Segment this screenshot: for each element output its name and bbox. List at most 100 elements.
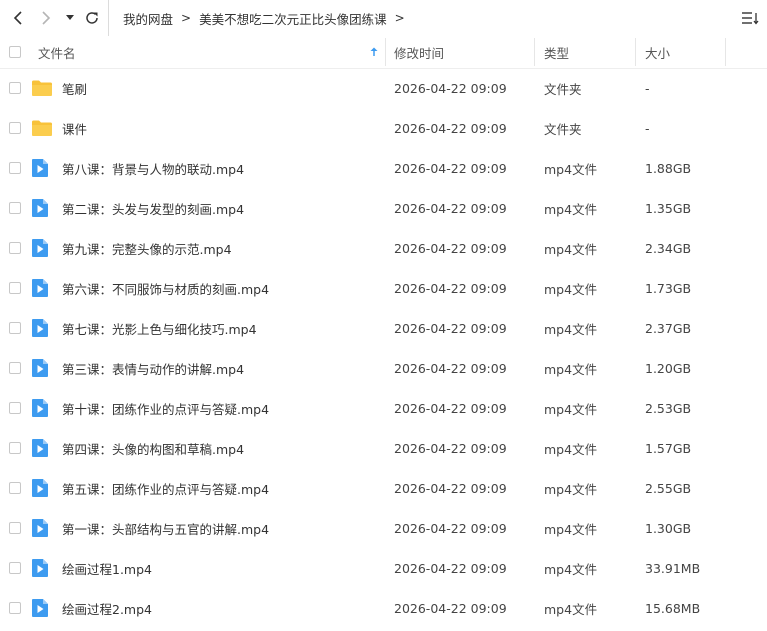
- file-row[interactable]: 第八课：背景与人物的联动.mp4 2026-04-22 09:09 mp4文件 1.8…: [0, 148, 767, 188]
- caret-down-icon: [66, 15, 74, 20]
- file-name[interactable]: 第一课：头部结构与五官的讲解.mp4: [62, 508, 269, 548]
- sort-menu-button[interactable]: [739, 8, 761, 28]
- breadcrumb-current[interactable]: 美美不想吃二次元正比头像团练课: [199, 9, 387, 28]
- video-icon: [31, 428, 49, 468]
- row-checkbox[interactable]: [9, 348, 21, 388]
- file-modified-time: 2026-04-22 09:09: [394, 560, 507, 576]
- back-arrow-icon: [13, 11, 22, 25]
- top-navigation-bar: 我的网盘 > 美美不想吃二次元正比头像团练课 >: [0, 0, 767, 36]
- row-checkbox[interactable]: [9, 548, 21, 588]
- row-checkbox[interactable]: [9, 388, 21, 428]
- file-name[interactable]: 第七课：光影上色与细化技巧.mp4: [62, 308, 257, 348]
- row-checkbox[interactable]: [9, 108, 21, 148]
- column-divider[interactable]: [635, 38, 636, 66]
- file-row[interactable]: 第七课：光影上色与细化技巧.mp4 2026-04-22 09:09 mp4文件 2.…: [0, 308, 767, 348]
- column-header-size[interactable]: 大小: [645, 36, 670, 68]
- file-modified-time: 2026-04-22 09:09: [394, 400, 507, 416]
- forward-button[interactable]: [36, 8, 56, 28]
- file-row[interactable]: 第十课：团练作业的点评与答疑.mp4 2026-04-22 09:09 mp4文件 2…: [0, 388, 767, 428]
- column-divider[interactable]: [385, 38, 386, 66]
- file-row[interactable]: 绘画过程2.mp4 2026-04-22 09:09 mp4文件 15.68MB: [0, 588, 767, 628]
- file-name[interactable]: 课件: [62, 108, 87, 148]
- file-name[interactable]: 第十课：团练作业的点评与答疑.mp4: [62, 388, 269, 428]
- column-divider[interactable]: [725, 38, 726, 66]
- file-row[interactable]: 第五课：团练作业的点评与答疑.mp4 2026-04-22 09:09 mp4文件 2…: [0, 468, 767, 508]
- file-type: mp4文件: [544, 201, 598, 217]
- file-name[interactable]: 第五课：团练作业的点评与答疑.mp4: [62, 468, 269, 508]
- file-size: 2.37GB: [645, 320, 692, 336]
- file-row[interactable]: 第四课：头像的构图和草稿.mp4 2026-04-22 09:09 mp4文件 1.5…: [0, 428, 767, 468]
- refresh-button[interactable]: [82, 8, 102, 28]
- chevron-right-icon: >: [181, 11, 192, 25]
- file-name[interactable]: 第九课：完整头像的示范.mp4: [62, 228, 232, 268]
- select-all-checkbox[interactable]: [9, 36, 21, 68]
- file-name[interactable]: 绘画过程2.mp4: [62, 588, 152, 628]
- file-size: 1.30GB: [645, 520, 692, 536]
- row-checkbox[interactable]: [9, 508, 21, 548]
- file-row[interactable]: 第九课：完整头像的示范.mp4 2026-04-22 09:09 mp4文件 2.34…: [0, 228, 767, 268]
- breadcrumb-root[interactable]: 我的网盘: [123, 9, 173, 28]
- back-button[interactable]: [8, 8, 28, 28]
- file-row[interactable]: 第二课：头发与发型的刻画.mp4 2026-04-22 09:09 mp4文件 1.3…: [0, 188, 767, 228]
- row-checkbox[interactable]: [9, 588, 21, 628]
- file-type: 文件夹: [544, 121, 582, 137]
- column-header-modified[interactable]: 修改时间: [394, 36, 444, 68]
- column-header-name[interactable]: 文件名: [38, 36, 76, 68]
- video-icon: [31, 548, 49, 588]
- file-modified-time: 2026-04-22 09:09: [394, 280, 507, 296]
- file-type: mp4文件: [544, 321, 598, 337]
- folder-icon: [31, 108, 53, 148]
- file-name[interactable]: 第四课：头像的构图和草稿.mp4: [62, 428, 244, 468]
- file-modified-time: 2026-04-22 09:09: [394, 520, 507, 536]
- sort-ascending-icon[interactable]: [370, 36, 378, 68]
- file-size: 1.88GB: [645, 160, 692, 176]
- file-size: 2.53GB: [645, 400, 692, 416]
- file-name[interactable]: 绘画过程1.mp4: [62, 548, 152, 588]
- file-size: -: [645, 120, 650, 136]
- row-checkbox[interactable]: [9, 468, 21, 508]
- file-name[interactable]: 第二课：头发与发型的刻画.mp4: [62, 188, 244, 228]
- row-checkbox[interactable]: [9, 308, 21, 348]
- history-dropdown-button[interactable]: [62, 8, 78, 28]
- row-checkbox[interactable]: [9, 68, 21, 108]
- file-name[interactable]: 笔刷: [62, 68, 87, 108]
- row-checkbox[interactable]: [9, 268, 21, 308]
- row-checkbox[interactable]: [9, 188, 21, 228]
- file-name[interactable]: 第三课：表情与动作的讲解.mp4: [62, 348, 244, 388]
- file-type: mp4文件: [544, 441, 598, 457]
- file-size: 1.35GB: [645, 200, 692, 216]
- row-checkbox[interactable]: [9, 228, 21, 268]
- list-sort-icon: [742, 12, 759, 25]
- video-icon: [31, 348, 49, 388]
- forward-arrow-icon: [42, 11, 51, 25]
- row-checkbox[interactable]: [9, 148, 21, 188]
- file-type: mp4文件: [544, 281, 598, 297]
- video-icon: [31, 468, 49, 508]
- file-modified-time: 2026-04-22 09:09: [394, 240, 507, 256]
- column-header-row: 文件名 修改时间 类型 大小: [0, 36, 767, 69]
- column-divider[interactable]: [534, 38, 535, 66]
- file-row[interactable]: 课件 2026-04-22 09:09 文件夹 -: [0, 108, 767, 148]
- file-size: 1.20GB: [645, 360, 692, 376]
- file-row[interactable]: 笔刷 2026-04-22 09:09 文件夹 -: [0, 68, 767, 108]
- row-checkbox[interactable]: [9, 428, 21, 468]
- file-name[interactable]: 第六课：不同服饰与材质的刻画.mp4: [62, 268, 269, 308]
- file-row[interactable]: 第一课：头部结构与五官的讲解.mp4 2026-04-22 09:09 mp4文件 1…: [0, 508, 767, 548]
- file-modified-time: 2026-04-22 09:09: [394, 320, 507, 336]
- video-icon: [31, 388, 49, 428]
- file-size: 2.55GB: [645, 480, 692, 496]
- file-size: 1.57GB: [645, 440, 692, 456]
- chevron-right-icon[interactable]: >: [395, 11, 405, 25]
- file-size: 33.91MB: [645, 560, 701, 576]
- file-type: mp4文件: [544, 561, 598, 577]
- file-row[interactable]: 第三课：表情与动作的讲解.mp4 2026-04-22 09:09 mp4文件 1.2…: [0, 348, 767, 388]
- file-row[interactable]: 绘画过程1.mp4 2026-04-22 09:09 mp4文件 33.91MB: [0, 548, 767, 588]
- refresh-icon: [86, 12, 98, 24]
- file-type: mp4文件: [544, 161, 598, 177]
- file-name[interactable]: 第八课：背景与人物的联动.mp4: [62, 148, 244, 188]
- file-row[interactable]: 第六课：不同服饰与材质的刻画.mp4 2026-04-22 09:09 mp4文件 1…: [0, 268, 767, 308]
- file-type: 文件夹: [544, 81, 582, 97]
- column-header-type[interactable]: 类型: [544, 36, 569, 68]
- file-modified-time: 2026-04-22 09:09: [394, 160, 507, 176]
- file-type: mp4文件: [544, 601, 598, 617]
